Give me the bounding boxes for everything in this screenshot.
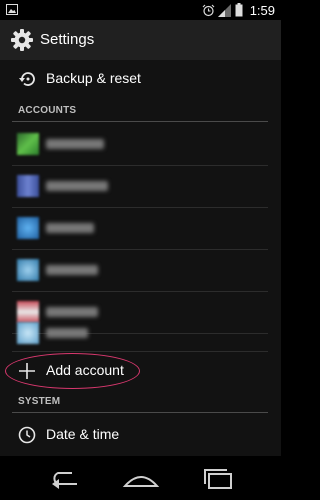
account-name-redacted bbox=[46, 139, 104, 149]
signal-icon bbox=[217, 3, 231, 17]
home-icon[interactable] bbox=[121, 468, 161, 490]
date-time-label: Date & time bbox=[46, 426, 120, 442]
account-name-redacted bbox=[46, 181, 108, 191]
system-header: SYSTEM bbox=[18, 396, 61, 407]
blurred-account-icon-lightblue bbox=[17, 322, 39, 344]
blurred-account-icon-blue bbox=[17, 175, 39, 197]
highlight-ellipse bbox=[5, 353, 140, 389]
blurred-account-icon-green bbox=[17, 133, 39, 155]
account-item-1[interactable] bbox=[0, 124, 281, 164]
account-item-4[interactable] bbox=[0, 250, 281, 290]
accounts-header-rule bbox=[12, 121, 268, 122]
account-name-redacted bbox=[46, 265, 98, 275]
action-bar: Settings bbox=[0, 20, 281, 60]
account-item-2[interactable] bbox=[0, 166, 281, 206]
gallery-notification-icon bbox=[6, 4, 18, 15]
navigation-bar bbox=[0, 456, 281, 500]
account-item-3[interactable] bbox=[0, 208, 281, 248]
settings-list[interactable]: Backup & reset ACCOUNTS Add account SYST… bbox=[0, 60, 281, 456]
backup-reset-label: Backup & reset bbox=[46, 70, 141, 86]
page-title: Settings bbox=[40, 31, 95, 48]
blurred-account-icon-azure bbox=[17, 217, 39, 239]
alarm-icon bbox=[202, 4, 215, 16]
account-name-redacted bbox=[46, 223, 94, 233]
clock-icon bbox=[18, 426, 36, 444]
recents-icon[interactable] bbox=[199, 468, 239, 490]
clock-time: 1:59 bbox=[249, 2, 275, 18]
battery-icon bbox=[235, 3, 243, 17]
restore-icon bbox=[19, 72, 35, 86]
status-bar: 1:59 bbox=[0, 0, 281, 20]
date-time-item[interactable]: Date & time bbox=[0, 416, 281, 456]
account-name-redacted bbox=[46, 328, 88, 338]
account-item-6-row[interactable] bbox=[0, 322, 281, 352]
system-header-rule bbox=[12, 412, 268, 413]
back-icon[interactable] bbox=[44, 468, 84, 490]
blurred-account-icon-teal bbox=[17, 259, 39, 281]
gear-icon[interactable] bbox=[10, 28, 34, 52]
backup-reset-item[interactable]: Backup & reset bbox=[0, 60, 281, 100]
status-icons: 1:59 bbox=[202, 0, 275, 20]
accounts-header: ACCOUNTS bbox=[18, 105, 77, 116]
